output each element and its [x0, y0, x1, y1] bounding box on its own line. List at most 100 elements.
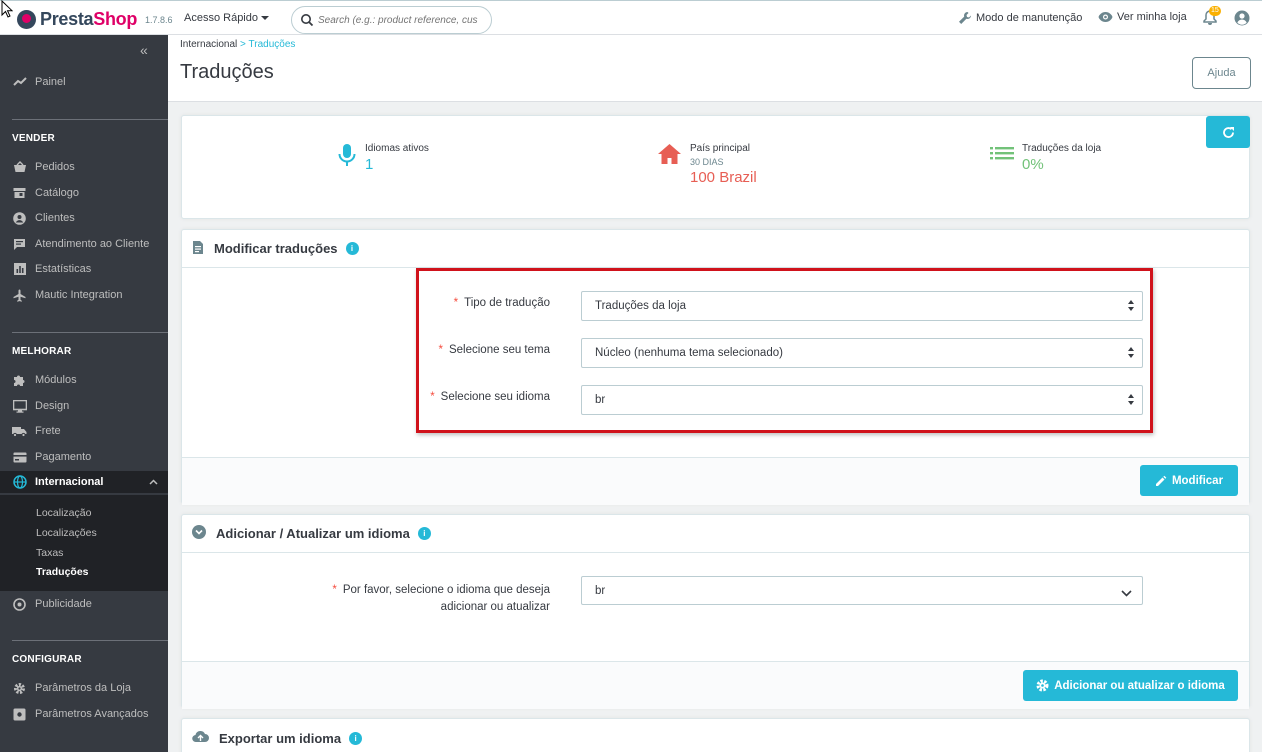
prestashop-logo[interactable]: PrestaShop	[17, 9, 137, 30]
collapse-sidebar-icon[interactable]: «	[140, 42, 148, 58]
search-box[interactable]	[291, 6, 492, 34]
breadcrumb-parent[interactable]: Internacional	[180, 39, 237, 50]
search-input[interactable]	[318, 14, 478, 26]
kpi-panel: Idiomas ativos 1 País principal 30 DIAS …	[181, 115, 1250, 219]
prestashop-logo-icon	[17, 10, 36, 29]
sidebar-subitem-translations[interactable]: Traduções	[36, 566, 89, 578]
kpi-active-languages: Idiomas ativos 1	[337, 143, 429, 173]
chevron-down-icon	[1121, 588, 1132, 600]
kpi-value: 1	[365, 156, 374, 173]
globe-icon	[12, 475, 27, 490]
target-icon	[12, 597, 27, 612]
user-account-icon[interactable]	[1234, 10, 1250, 26]
breadcrumb-separator: >	[240, 39, 246, 50]
panel-title: Exportar um idioma	[219, 730, 342, 746]
add-update-language-button[interactable]: Adicionar ou atualizar o idioma	[1023, 670, 1238, 701]
sidebar-item-modules[interactable]: Módulos	[12, 370, 168, 390]
sidebar: « Painel VENDER Pedidos Catálogo Cliente…	[0, 35, 168, 752]
sidebar-subitem-localization[interactable]: Localização	[36, 507, 91, 519]
sidebar-divider	[12, 119, 168, 120]
sidebar-item-customers[interactable]: Clientes	[12, 208, 168, 228]
search-icon	[301, 14, 314, 27]
kpi-value: 0%	[1022, 156, 1044, 173]
refresh-kpi-button[interactable]	[1206, 116, 1250, 148]
store-icon	[12, 186, 27, 201]
info-icon[interactable]: i	[417, 527, 431, 540]
kpi-title: Traduções da loja	[1022, 143, 1102, 154]
document-icon	[192, 240, 204, 258]
panel-header: Modificar traduções i	[182, 230, 1249, 268]
monitor-icon	[12, 399, 27, 414]
sidebar-section-sell: VENDER	[12, 133, 55, 144]
list-icon	[990, 143, 1014, 173]
chevron-up-icon	[149, 476, 158, 488]
sidebar-item-orders[interactable]: Pedidos	[12, 157, 168, 177]
info-icon[interactable]: i	[349, 731, 363, 745]
view-shop-link[interactable]: Ver minha loja	[1098, 11, 1187, 23]
sidebar-item-shop-parameters[interactable]: Parâmetros da Loja	[12, 678, 168, 698]
gear-icon	[12, 681, 27, 696]
airplane-icon	[12, 288, 27, 303]
panel-header: Adicionar / Atualizar um idioma i	[182, 515, 1249, 553]
sidebar-item-dashboard[interactable]: Painel	[12, 72, 168, 92]
eye-icon	[1098, 12, 1113, 22]
wrench-icon	[959, 12, 971, 24]
sidebar-item-stats[interactable]: Estatísticas	[12, 259, 168, 279]
modify-button[interactable]: Modificar	[1140, 465, 1238, 496]
breadcrumb: Internacional > Traduções	[180, 39, 295, 50]
info-icon[interactable]: i	[345, 242, 359, 255]
sidebar-item-shipping[interactable]: Frete	[12, 421, 168, 441]
help-button[interactable]: Ajuda	[1192, 57, 1251, 89]
credit-card-icon	[12, 450, 27, 465]
page-title: Traduções	[180, 61, 274, 83]
sidebar-divider	[12, 640, 168, 641]
quick-access-dropdown[interactable]: Acesso Rápido	[184, 12, 269, 24]
cloud-upload-icon	[192, 730, 209, 746]
kpi-value: 100 Brazil	[690, 169, 757, 186]
panel-header: Exportar um idioma i	[182, 719, 1249, 752]
export-language-panel: Exportar um idioma i	[181, 718, 1250, 752]
pencil-icon	[1155, 475, 1167, 486]
panel-title: Adicionar / Atualizar um idioma	[216, 526, 410, 541]
settings-box-icon	[12, 707, 27, 722]
version-label: 1.7.8.6	[145, 15, 173, 25]
sidebar-subitem-taxes[interactable]: Taxas	[36, 547, 63, 559]
sidebar-item-customer-service[interactable]: Atendimento ao Cliente	[12, 234, 168, 254]
puzzle-icon	[12, 373, 27, 388]
home-icon	[657, 143, 682, 186]
highlight-annotation-box	[416, 268, 1153, 433]
truck-icon	[12, 424, 27, 439]
add-update-language-panel: Adicionar / Atualizar um idioma i * Por f…	[181, 514, 1250, 709]
sidebar-item-mautic[interactable]: Mautic Integration	[12, 285, 168, 305]
kpi-title: País principal	[690, 143, 751, 154]
chevron-down-circle-icon[interactable]	[192, 525, 206, 542]
maintenance-link[interactable]: Modo de manutenção	[958, 11, 1082, 25]
kpi-main-country: País principal 30 DIAS 100 Brazil	[657, 143, 757, 186]
notification-badge: 15	[1209, 6, 1221, 16]
add-language-select[interactable]: br	[581, 576, 1143, 605]
breadcrumb-current[interactable]: Traduções	[249, 39, 296, 50]
kpi-shop-translations: Traduções da loja 0%	[990, 143, 1101, 173]
top-header: PrestaShop 1.7.8.6 Acesso Rápido Modo de…	[0, 0, 1262, 35]
kpi-title: Idiomas ativos	[365, 143, 429, 154]
sidebar-section-improve: MELHORAR	[12, 346, 72, 357]
mouse-cursor-icon	[1, 0, 13, 18]
sidebar-section-configure: CONFIGURAR	[12, 654, 82, 665]
sidebar-item-design[interactable]: Design	[12, 396, 168, 416]
sidebar-subitem-locations[interactable]: Localizações	[36, 527, 97, 539]
refresh-icon	[1222, 126, 1234, 138]
field-label-add-language: * Por favor, selecione o idioma que desej…	[332, 584, 550, 613]
basket-icon	[12, 160, 27, 175]
panel-footer: Adicionar ou atualizar o idioma	[182, 661, 1249, 709]
microphone-icon	[337, 143, 357, 173]
gear-icon	[1036, 679, 1049, 692]
sidebar-item-international[interactable]: Internacional	[12, 472, 168, 492]
sidebar-item-catalog[interactable]: Catálogo	[12, 183, 168, 203]
panel-footer: Modificar	[182, 457, 1249, 505]
sidebar-item-advertising[interactable]: Publicidade	[12, 594, 168, 614]
caret-down-icon	[261, 16, 269, 21]
kpi-subtitle: 30 DIAS	[690, 157, 724, 167]
trending-up-icon	[12, 75, 27, 90]
sidebar-item-advanced-parameters[interactable]: Parâmetros Avançados	[12, 704, 168, 724]
sidebar-item-payment[interactable]: Pagamento	[12, 447, 168, 467]
